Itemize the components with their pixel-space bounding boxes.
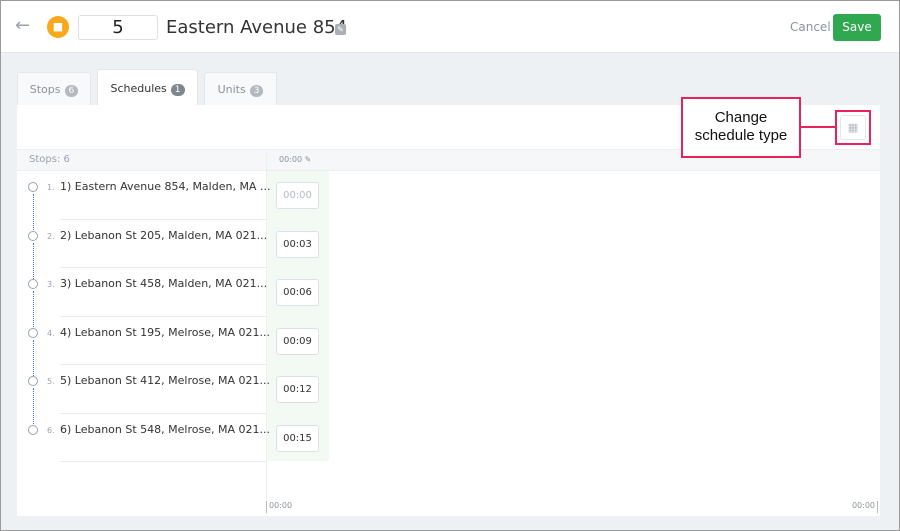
time-input[interactable]: 00:15 (276, 424, 319, 452)
stop-row: 5. 5) Lebanon St 412, Melrose, MA 021... (17, 365, 270, 424)
stop-circle-icon (28, 376, 38, 386)
stop-index: 1. (47, 183, 55, 192)
timeline-start-label: 00:00 (266, 501, 292, 513)
edit-icon[interactable]: ✎ (335, 24, 346, 35)
top-bar: ← ■ 5 Eastern Avenue 854 ✎ Cancel Save (1, 1, 899, 53)
time-input[interactable]: 00:00 (276, 182, 319, 209)
time-input[interactable]: 00:03 (276, 230, 319, 258)
save-button[interactable]: Save (833, 14, 881, 41)
stop-circle-icon (28, 424, 38, 435)
stop-index: 3. (47, 280, 55, 289)
stop-address: 6) Lebanon St 548, Melrose, MA 021... (60, 422, 270, 436)
route-title: Eastern Avenue 854 (166, 17, 348, 38)
stop-index: 4. (47, 328, 55, 338)
stop-circle-icon (28, 230, 38, 241)
schedule-column (266, 171, 329, 461)
timeline-end-label: 00:00 (850, 501, 878, 513)
tab-stops[interactable]: Stops 6 (17, 72, 91, 105)
bus-icon: ■ (47, 16, 69, 38)
stop-row: 6. 6) Lebanon St 548, Melrose, MA 021... (17, 414, 270, 462)
stop-address: 5) Lebanon St 412, Melrose, MA 021... (60, 374, 270, 387)
tab-count-badge: 6 (64, 85, 79, 97)
callout-annotation: Change schedule type (681, 97, 801, 158)
cancel-button[interactable]: Cancel (790, 20, 831, 34)
stop-address: 1) Eastern Avenue 854, Malden, MA ... (60, 180, 271, 193)
tab-count-badge: 1 (170, 84, 185, 96)
tab-units[interactable]: Units 3 (204, 72, 277, 105)
pencil-icon[interactable]: ✎ (305, 155, 312, 164)
schedule-start-time: 00:00 (279, 155, 303, 164)
schedule-panel: Stops: 6 00:00 ✎ 1. 1) Eastern Avenue 854… (17, 105, 880, 516)
change-schedule-type-highlight: ▦ (835, 110, 871, 145)
divider (266, 461, 267, 501)
time-input[interactable]: 00:09 (276, 327, 319, 355)
stop-row: 2. 2) Lebanon St 205, Malden, MA 021... (17, 220, 268, 279)
route-number-input[interactable]: 5 (78, 15, 158, 40)
stop-index: 2. (47, 231, 55, 241)
stop-index: 6. (47, 425, 55, 435)
stop-row: 4. 4) Lebanon St 195, Melrose, MA 021... (17, 317, 270, 376)
stop-index: 5. (47, 377, 55, 386)
tab-schedules[interactable]: Schedules 1 (97, 69, 198, 106)
calendar-icon[interactable]: ▦ (840, 115, 866, 140)
schedule-column-header[interactable]: 00:00 ✎ (266, 150, 323, 172)
stop-circle-icon (28, 279, 38, 289)
time-input[interactable]: 00:12 (276, 376, 319, 403)
stop-row: 3. 3) Lebanon St 458, Malden, MA 021... (17, 268, 268, 327)
stop-circle-icon (28, 327, 38, 338)
stops-count: Stops: 6 (29, 154, 70, 165)
stop-row: 1. 1) Eastern Avenue 854, Malden, MA ... (17, 171, 270, 230)
tab-label: Units (217, 83, 246, 96)
tab-count-badge: 3 (249, 85, 264, 97)
divider (60, 461, 266, 462)
tab-label: Stops (29, 83, 61, 96)
stop-circle-icon (28, 182, 38, 192)
stop-address: 4) Lebanon St 195, Melrose, MA 021... (60, 325, 270, 339)
tab-label: Schedules (110, 82, 167, 95)
back-arrow-icon[interactable]: ← (15, 15, 30, 36)
stop-address: 2) Lebanon St 205, Malden, MA 021... (60, 228, 268, 242)
time-input[interactable]: 00:06 (276, 279, 319, 306)
stop-address: 3) Lebanon St 458, Malden, MA 021... (60, 277, 268, 290)
callout-connector (800, 126, 836, 128)
